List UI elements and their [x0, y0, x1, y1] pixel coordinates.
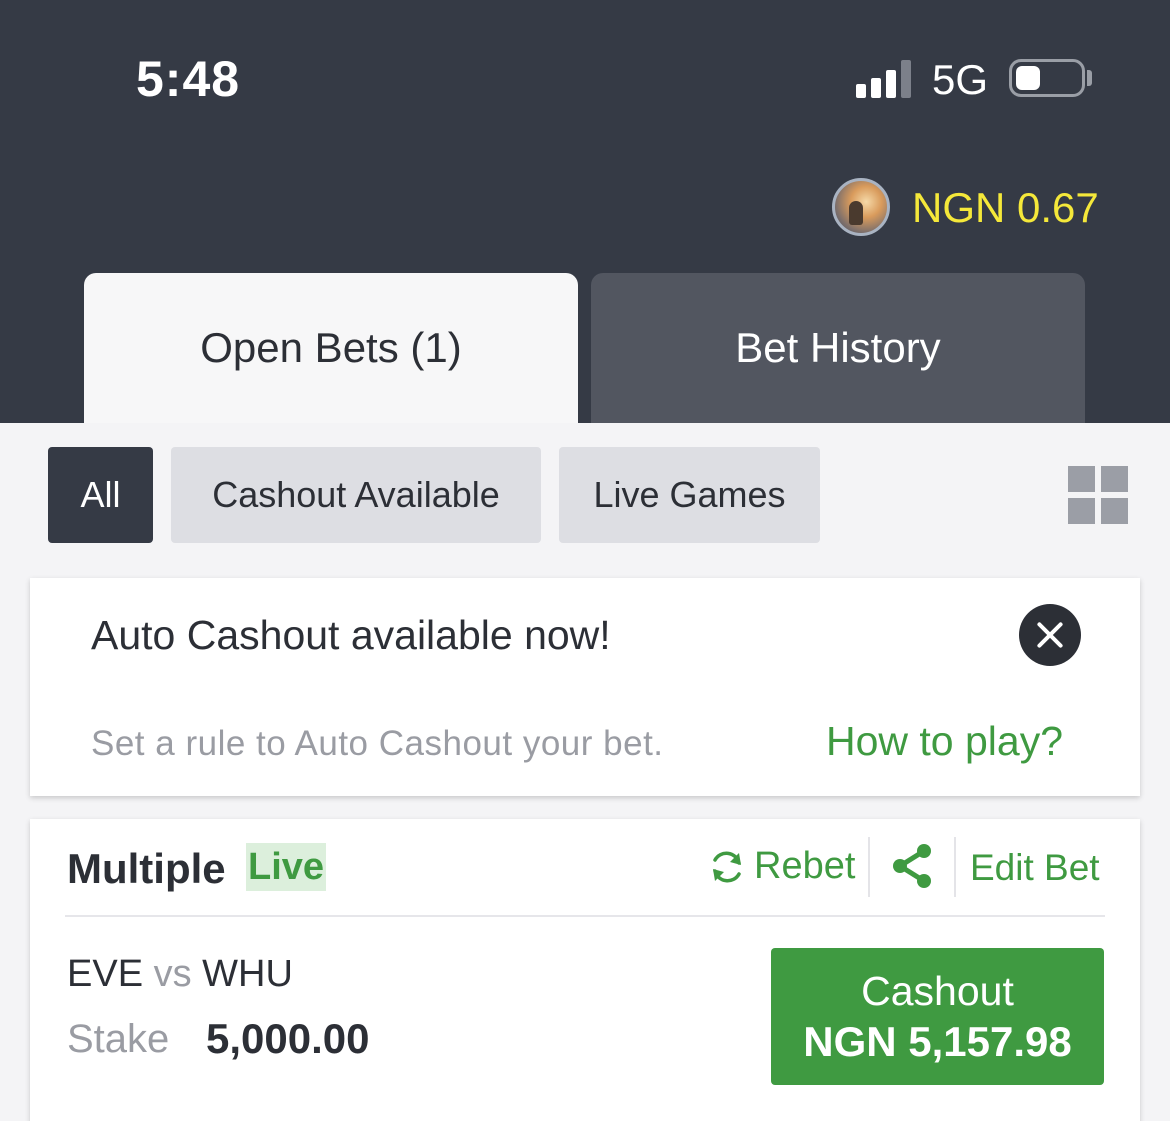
stake-value: 5,000.00 [206, 1015, 370, 1062]
filter-live-games-button[interactable]: Live Games [559, 447, 820, 543]
tab-bet-history[interactable]: Bet History [591, 273, 1085, 423]
account-balance[interactable]: NGN 0.67 [912, 184, 1099, 232]
rebet-label: Rebet [754, 845, 856, 887]
refresh-icon [713, 850, 741, 883]
how-to-play-link[interactable]: How to play? [826, 718, 1063, 765]
stake-label: Stake [67, 1017, 170, 1061]
filter-all-button[interactable]: All [48, 447, 153, 543]
match-teams: EVE vs WHU [67, 953, 293, 996]
divider [868, 837, 870, 897]
filter-cashout-available-button[interactable]: Cashout Available [171, 447, 541, 543]
cashout-label: Cashout [861, 967, 1014, 1014]
vs-label: vs [153, 953, 192, 995]
avatar[interactable] [832, 178, 890, 236]
banner-description: Set a rule to Auto Cashout your bet. [91, 724, 664, 763]
signal-strength-icon [856, 58, 914, 98]
auto-cashout-banner: Auto Cashout available now! Set a rule t… [30, 578, 1140, 796]
battery-icon [1009, 59, 1085, 97]
away-team: WHU [202, 953, 293, 995]
tab-open-bets[interactable]: Open Bets (1) [84, 273, 578, 423]
app-header: 5:48 5G NGN 0.67 Open Bets (1) Bet Histo… [0, 0, 1170, 423]
share-icon[interactable] [888, 841, 936, 891]
status-time: 5:48 [136, 51, 241, 107]
card-divider [65, 915, 1105, 917]
bet-card: Multiple Live Rebet Edit Bet EVE vs WHU … [30, 819, 1140, 1121]
divider [954, 837, 956, 897]
network-type: 5G [932, 56, 989, 103]
live-badge: Live [246, 843, 327, 891]
grid-view-icon[interactable] [1068, 466, 1128, 524]
cashout-button[interactable]: Cashout NGN 5,157.98 [771, 948, 1104, 1085]
rebet-button[interactable]: Rebet [708, 845, 855, 888]
cashout-amount: NGN 5,157.98 [803, 1017, 1072, 1065]
bet-type: Multiple [67, 845, 226, 892]
home-team: EVE [67, 953, 144, 995]
edit-bet-button[interactable]: Edit Bet [970, 847, 1100, 889]
battery-tip [1087, 70, 1092, 86]
banner-title: Auto Cashout available now! [91, 612, 611, 658]
close-icon[interactable] [1019, 604, 1081, 666]
